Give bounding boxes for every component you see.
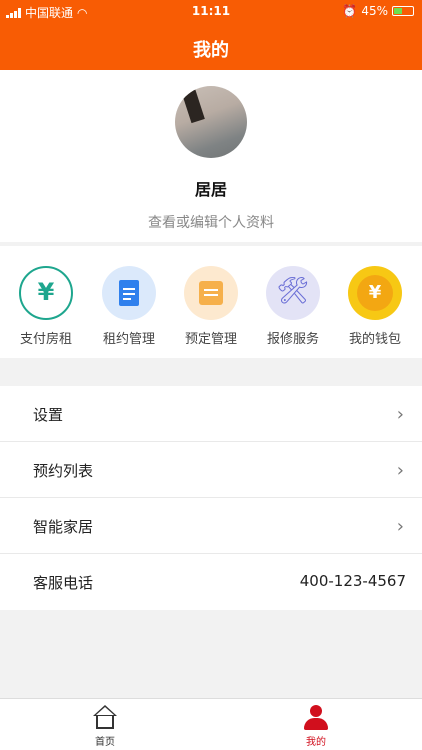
- yuan-circle-icon: ¥: [19, 266, 73, 320]
- tab-bar: 首页 我的: [0, 698, 422, 750]
- coin-icon: ¥: [348, 266, 402, 320]
- battery-percent: 45%: [361, 4, 388, 18]
- profile-card[interactable]: 居居 查看或编辑个人资料: [0, 70, 422, 242]
- booking-management-button[interactable]: 预定管理: [169, 266, 253, 347]
- settings-menu: 设置 › 预约列表 › 智能家居 › 客服电话 400-123-4567: [0, 386, 422, 610]
- chevron-right-icon: ›: [396, 404, 404, 425]
- lease-management-button[interactable]: 租约管理: [87, 266, 171, 347]
- pay-rent-button[interactable]: ¥ 支付房租: [4, 266, 88, 347]
- user-name: 居居: [194, 180, 227, 199]
- menu-item-settings[interactable]: 设置 ›: [0, 386, 422, 442]
- tab-mine-label: 我的: [306, 737, 326, 748]
- menu-item-smart-home[interactable]: 智能家居 ›: [0, 498, 422, 554]
- avatar[interactable]: [175, 86, 247, 158]
- status-bar: 中国联通 ◠ 11:11 ⏰ 45%: [0, 0, 422, 22]
- page-title: 我的: [193, 40, 229, 61]
- menu-item-appointments[interactable]: 预约列表 ›: [0, 442, 422, 498]
- battery-icon: [392, 6, 414, 16]
- chevron-right-icon: ›: [396, 516, 404, 537]
- calendar-icon: [184, 266, 238, 320]
- quick-actions: ¥ 支付房租 租约管理 预定管理 🛠 报修服务 ¥ 我的钱包: [0, 246, 422, 358]
- tab-home-label: 首页: [95, 737, 115, 748]
- repair-service-button[interactable]: 🛠 报修服务: [251, 266, 335, 347]
- service-phone-number[interactable]: 400-123-4567: [300, 572, 406, 590]
- repair-service-label: 报修服务: [266, 332, 319, 347]
- edit-profile-link[interactable]: 查看或编辑个人资料: [0, 212, 422, 232]
- tab-home[interactable]: 首页: [75, 705, 135, 748]
- tools-icon: 🛠: [266, 266, 320, 320]
- menu-item-label: 设置: [33, 406, 64, 424]
- wallet-label: 我的钱包: [348, 332, 401, 347]
- header: 中国联通 ◠ 11:11 ⏰ 45% 我的: [0, 0, 422, 70]
- person-icon: [303, 705, 329, 731]
- pay-rent-label: 支付房租: [19, 332, 72, 347]
- menu-item-label: 智能家居: [33, 518, 94, 536]
- menu-item-label: 预约列表: [33, 462, 94, 480]
- document-icon: [102, 266, 156, 320]
- wallet-button[interactable]: ¥ 我的钱包: [333, 266, 417, 347]
- booking-management-label: 预定管理: [184, 332, 237, 347]
- menu-item-customer-service[interactable]: 客服电话 400-123-4567: [0, 554, 422, 610]
- menu-item-label: 客服电话: [33, 574, 94, 592]
- tab-mine[interactable]: 我的: [286, 705, 346, 748]
- home-icon: [92, 705, 118, 731]
- alarm-icon: ⏰: [342, 4, 358, 18]
- lease-management-label: 租约管理: [102, 332, 155, 347]
- chevron-right-icon: ›: [396, 460, 404, 481]
